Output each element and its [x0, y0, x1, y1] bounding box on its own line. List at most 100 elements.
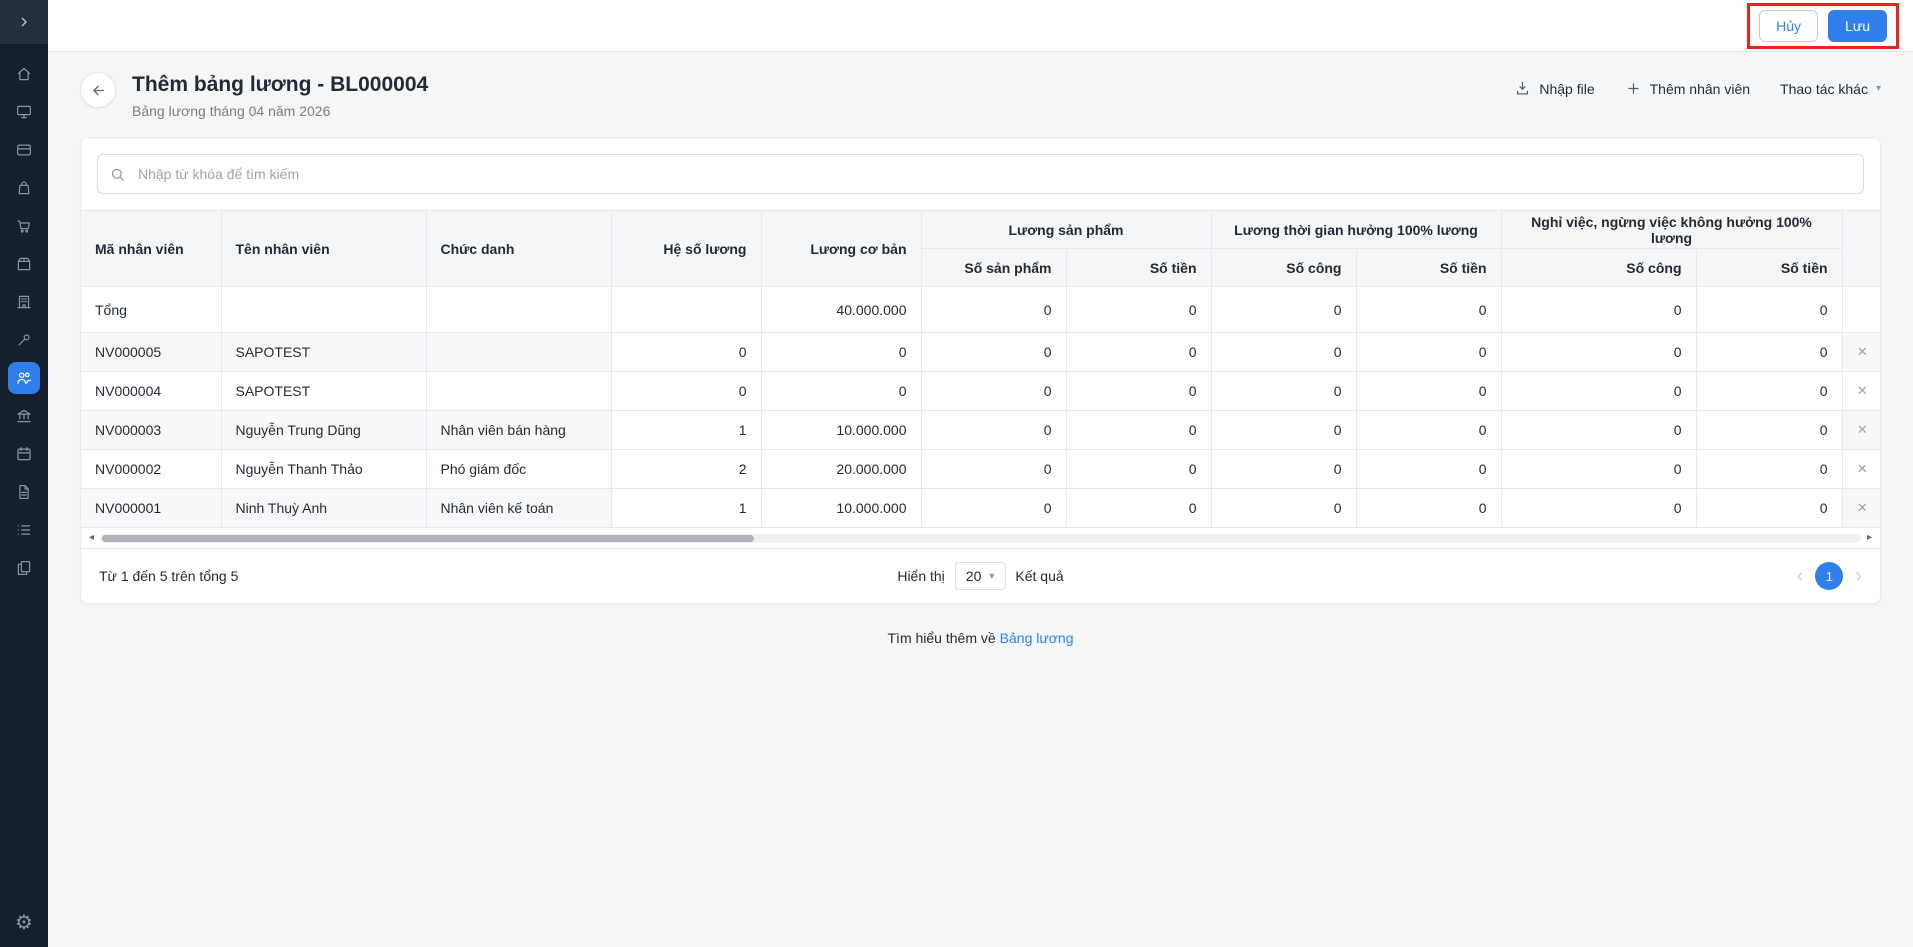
payroll-help-link[interactable]: Bảng lương: [1000, 630, 1074, 646]
add-employee-button[interactable]: Thêm nhân viên: [1625, 80, 1750, 97]
sidebar-item-cart[interactable]: [8, 210, 40, 242]
cell-leave-money[interactable]: 0: [1696, 489, 1842, 528]
cell-leave-workdays[interactable]: 0: [1501, 450, 1696, 489]
finance-icon: [15, 407, 33, 425]
sidebar-item-document[interactable]: [8, 476, 40, 508]
show-label: Hiển thị: [897, 568, 944, 584]
cell-job-title: Nhân viên kế toán: [426, 489, 611, 528]
cell-time-workdays[interactable]: 0: [1211, 489, 1356, 528]
cell-job-title: Nhân viên bán hàng: [426, 411, 611, 450]
current-page-button[interactable]: 1: [1815, 562, 1843, 590]
row-remove-button[interactable]: ✕: [1842, 333, 1881, 372]
cell-product-qty[interactable]: 0: [921, 489, 1066, 528]
sidebar-item-finance[interactable]: [8, 400, 40, 432]
cell-product-qty[interactable]: 0: [921, 372, 1066, 411]
cell-leave-money[interactable]: 0: [1696, 372, 1842, 411]
cell-time-workdays[interactable]: 0: [1211, 411, 1356, 450]
sidebar-item-list[interactable]: [8, 514, 40, 546]
cell-salary-coefficient[interactable]: 1: [611, 411, 761, 450]
cell-product-qty[interactable]: 0: [921, 450, 1066, 489]
sidebar-toggle[interactable]: [0, 0, 48, 44]
cell-leave-money[interactable]: 0: [1696, 411, 1842, 450]
sidebar-item-tools[interactable]: [8, 324, 40, 356]
cell-time-money[interactable]: 0: [1356, 333, 1501, 372]
report-icon: [15, 559, 33, 577]
sidebar-item-report[interactable]: [8, 552, 40, 584]
col-group-time-salary: Lương thời gian hưởng 100% lương: [1211, 211, 1501, 249]
sidebar-item-inventory[interactable]: [8, 286, 40, 318]
sidebar-item-home[interactable]: [8, 58, 40, 90]
cell-leave-money[interactable]: 0: [1696, 333, 1842, 372]
cell-base-salary[interactable]: 0: [761, 372, 921, 411]
cell-salary-coefficient[interactable]: 0: [611, 333, 761, 372]
cell-job-title: Phó giám đốc: [426, 450, 611, 489]
sidebar-item-pos[interactable]: [8, 96, 40, 128]
more-actions-button[interactable]: Thao tác khác ▾: [1780, 81, 1881, 97]
cell-time-money[interactable]: 0: [1356, 372, 1501, 411]
cell-base-salary[interactable]: 20.000.000: [761, 450, 921, 489]
document-icon: [15, 483, 33, 501]
search-input[interactable]: [97, 154, 1864, 194]
cell-employee-code: NV000002: [81, 450, 221, 489]
cell-leave-workdays[interactable]: 0: [1501, 489, 1696, 528]
sidebar-item-calendar[interactable]: [8, 438, 40, 470]
cell-time-money[interactable]: 0: [1356, 411, 1501, 450]
sidebar-item-products[interactable]: [8, 248, 40, 280]
col-employee-name: Tên nhân viên: [221, 211, 426, 287]
cell-leave-money[interactable]: 0: [1696, 450, 1842, 489]
cell-leave-workdays[interactable]: 0: [1501, 333, 1696, 372]
scrollbar-thumb[interactable]: [102, 535, 754, 542]
row-remove-button[interactable]: ✕: [1842, 450, 1881, 489]
row-remove-button[interactable]: ✕: [1842, 411, 1881, 450]
cell-product-qty[interactable]: 0: [921, 411, 1066, 450]
row-remove-button[interactable]: ✕: [1842, 489, 1881, 528]
hr-icon: [15, 369, 33, 387]
cell-salary-coefficient[interactable]: 2: [611, 450, 761, 489]
search-icon: [109, 166, 126, 183]
sidebar-item-hr[interactable]: [8, 362, 40, 394]
cell-time-money[interactable]: 0: [1356, 450, 1501, 489]
payroll-table: Mã nhân viên Tên nhân viên Chức danh Hệ …: [81, 210, 1881, 528]
cell-base-salary[interactable]: 0: [761, 333, 921, 372]
cell-product-money[interactable]: 0: [1066, 411, 1211, 450]
col-leave-workdays: Số công: [1501, 249, 1696, 287]
cell-product-qty[interactable]: 0: [921, 333, 1066, 372]
cell-leave-workdays[interactable]: 0: [1501, 372, 1696, 411]
cell-salary-coefficient[interactable]: 1: [611, 489, 761, 528]
sidebar-item-payment[interactable]: [8, 134, 40, 166]
next-page-button[interactable]: ›: [1855, 566, 1862, 586]
cell-product-money[interactable]: 0: [1066, 450, 1211, 489]
scroll-left-arrow[interactable]: ◂: [89, 533, 94, 543]
scroll-right-arrow[interactable]: ▸: [1867, 533, 1872, 543]
cell-time-money[interactable]: 0: [1356, 489, 1501, 528]
save-button[interactable]: Lưu: [1828, 10, 1887, 42]
per-page-value: 20: [966, 568, 982, 584]
close-icon: ✕: [1857, 344, 1868, 359]
cell-leave-workdays[interactable]: 0: [1501, 411, 1696, 450]
scrollbar-track[interactable]: [100, 534, 1861, 543]
page-header: Thêm bảng lương - BL000004 Bảng lương th…: [48, 52, 1913, 119]
cell-salary-coefficient[interactable]: 0: [611, 372, 761, 411]
total-row: Tổng 40.000.000 0 0 0 0 0 0: [81, 287, 1881, 333]
cell-product-money[interactable]: 0: [1066, 489, 1211, 528]
cell-base-salary[interactable]: 10.000.000: [761, 411, 921, 450]
prev-page-button[interactable]: ‹: [1797, 566, 1804, 586]
chevron-right-icon: [16, 14, 32, 30]
row-remove-button[interactable]: ✕: [1842, 372, 1881, 411]
cell-time-workdays[interactable]: 0: [1211, 333, 1356, 372]
cell-base-salary[interactable]: 10.000.000: [761, 489, 921, 528]
cell-time-workdays[interactable]: 0: [1211, 450, 1356, 489]
sidebar-item-orders[interactable]: [8, 172, 40, 204]
cell-product-money[interactable]: 0: [1066, 372, 1211, 411]
cell-time-workdays[interactable]: 0: [1211, 372, 1356, 411]
import-file-button[interactable]: Nhập file: [1514, 80, 1594, 97]
cell-total-product-money: 0: [1066, 287, 1211, 333]
payroll-card: Mã nhân viên Tên nhân viên Chức danh Hệ …: [80, 137, 1881, 604]
close-icon: ✕: [1857, 383, 1868, 398]
cancel-button[interactable]: Hủy: [1759, 10, 1818, 42]
settings-button[interactable]: ⚙: [15, 913, 33, 933]
back-button[interactable]: [80, 72, 116, 108]
cell-product-money[interactable]: 0: [1066, 333, 1211, 372]
table-row: NV000003 Nguyễn Trung Dũng Nhân viên bán…: [81, 411, 1881, 450]
per-page-select[interactable]: 20 ▾: [955, 562, 1006, 590]
